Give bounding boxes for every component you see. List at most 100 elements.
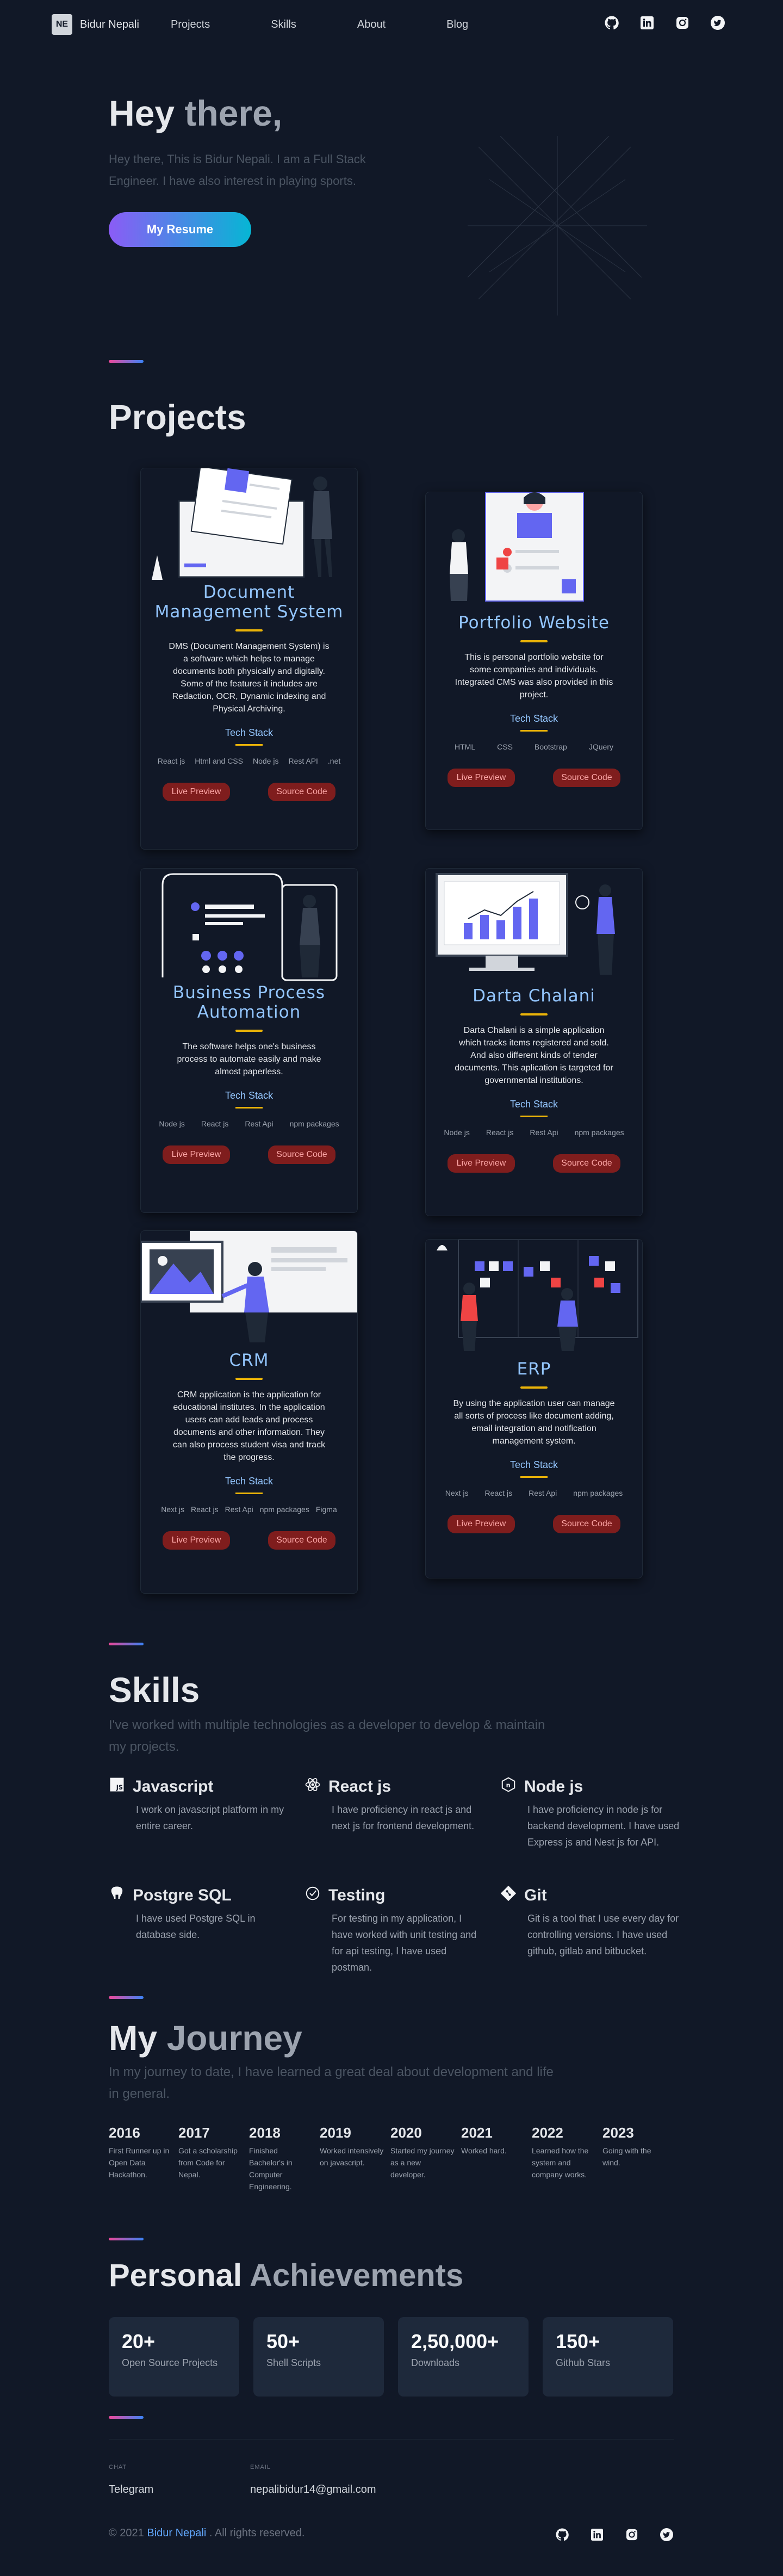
project-illustration bbox=[141, 468, 357, 583]
skill-text: I have used Postgre SQL in database side… bbox=[136, 1913, 256, 1940]
project-description: CRM application is the application for e… bbox=[172, 1390, 326, 1462]
skill-name: React js bbox=[328, 1778, 391, 1795]
project-description: The software helps one's business proces… bbox=[177, 1042, 321, 1076]
journey-item: 2022 Learned how the system and company w… bbox=[532, 2125, 597, 2181]
stack-item: Figma bbox=[315, 1505, 337, 1514]
github-icon[interactable] bbox=[604, 15, 619, 30]
project-title: Document Management System bbox=[154, 583, 344, 622]
stack-item: npm packages bbox=[573, 1489, 623, 1497]
instagram-icon[interactable] bbox=[624, 2527, 639, 2542]
email-label: EMAIL bbox=[250, 2464, 271, 2470]
journey-item: 2016 First Runner up in Open Data Hackath… bbox=[109, 2125, 174, 2181]
stack-item: React js bbox=[191, 1505, 219, 1514]
tech-stack-label: Tech Stack bbox=[509, 1459, 558, 1470]
journey-item: 2019 Worked intensively on javascript. bbox=[320, 2125, 385, 2169]
stack-item: Html and CSS bbox=[195, 757, 243, 765]
source-code-button[interactable]: Source Code bbox=[553, 1515, 620, 1533]
hero-text: Hey there, This is Bidur Nepali. I am a … bbox=[109, 152, 366, 188]
skill-text: I have proficiency in node js for backen… bbox=[527, 1804, 680, 1848]
source-code-button[interactable]: Source Code bbox=[268, 1145, 335, 1164]
project-card: Document Management System DMS (Document… bbox=[140, 468, 358, 850]
git-icon bbox=[500, 1885, 517, 1906]
postgresql-icon bbox=[109, 1885, 125, 1906]
title-underline bbox=[235, 1378, 263, 1380]
achievement-card: 20+ Open Source Projects bbox=[109, 2317, 239, 2397]
project-description: This is personal portfolio website for s… bbox=[455, 653, 613, 699]
instagram-icon[interactable] bbox=[675, 15, 690, 30]
copyright-name[interactable]: Bidur Nepali bbox=[147, 2527, 206, 2539]
card-buttons: Live Preview Source Code bbox=[426, 1515, 642, 1533]
journey-item: 2023 Going with the wind. bbox=[602, 2125, 668, 2169]
live-preview-button[interactable]: Live Preview bbox=[163, 1145, 230, 1164]
nav-link-skills[interactable]: Skills bbox=[271, 18, 296, 31]
stack-item: .net bbox=[327, 757, 341, 765]
linkedin-icon[interactable] bbox=[589, 2527, 605, 2542]
stack-item: Next js bbox=[161, 1505, 185, 1514]
card-buttons: Live Preview Source Code bbox=[141, 1531, 357, 1550]
stack-item: Node js bbox=[252, 757, 279, 765]
live-preview-button[interactable]: Live Preview bbox=[448, 1154, 515, 1173]
nav-link-blog[interactable]: Blog bbox=[446, 18, 468, 31]
live-preview-button[interactable]: Live Preview bbox=[163, 1531, 230, 1550]
stack-item: Rest API bbox=[288, 757, 318, 765]
copyright-suffix: . All rights reserved. bbox=[206, 2527, 305, 2539]
achievement-card: 2,50,000+ Downloads bbox=[398, 2317, 529, 2397]
stack-item: React js bbox=[484, 1489, 513, 1497]
email-link[interactable]: nepalibidur14@gmail.com bbox=[250, 2484, 376, 2496]
live-preview-button[interactable]: Live Preview bbox=[163, 783, 230, 801]
achievements-title: Personal Achievements bbox=[109, 2257, 463, 2294]
tech-stack-list: Next js React js Rest Api npm packages F… bbox=[141, 1505, 357, 1514]
card-buttons: Live Preview Source Code bbox=[426, 769, 642, 787]
project-card: Darta Chalani Darta Chalani is a simple … bbox=[425, 868, 643, 1216]
tech-stack-underline bbox=[235, 744, 263, 746]
twitter-icon[interactable] bbox=[710, 15, 725, 30]
source-code-button[interactable]: Source Code bbox=[268, 783, 335, 801]
github-icon[interactable] bbox=[555, 2527, 570, 2542]
live-preview-button[interactable]: Live Preview bbox=[448, 1515, 515, 1533]
project-illustration bbox=[426, 1240, 642, 1356]
stack-item: HTML bbox=[455, 742, 476, 751]
journey-title-a: My bbox=[109, 2018, 167, 2058]
stack-item: Rest Api bbox=[225, 1505, 253, 1514]
source-code-button[interactable]: Source Code bbox=[268, 1531, 335, 1550]
nav-link-about[interactable]: About bbox=[357, 18, 386, 31]
hero-title-a: Hey bbox=[109, 93, 185, 133]
linkedin-icon[interactable] bbox=[639, 15, 655, 30]
chat-link[interactable]: Telegram bbox=[109, 2484, 153, 2496]
stack-item: Bootstrap bbox=[534, 742, 567, 751]
tech-stack-underline bbox=[520, 1476, 548, 1478]
skill-name: Testing bbox=[328, 1886, 386, 1904]
brand-logo[interactable]: NE Bidur Nepali bbox=[52, 14, 139, 35]
stack-item: Next js bbox=[445, 1489, 469, 1497]
skill-text: I have proficiency in react js and next … bbox=[332, 1804, 475, 1831]
skill-name: Git bbox=[524, 1886, 547, 1904]
twitter-icon[interactable] bbox=[659, 2527, 674, 2542]
skill-item: Testing For testing in my application, I… bbox=[304, 1885, 484, 1976]
card-buttons: Live Preview Source Code bbox=[141, 1145, 357, 1164]
nodejs-icon: n bbox=[500, 1776, 517, 1797]
project-card: CRM CRM application is the application f… bbox=[140, 1230, 358, 1594]
resume-button[interactable]: My Resume bbox=[109, 212, 251, 247]
journey-item: 2018 Finished Bachelor's in Computer Engi… bbox=[249, 2125, 314, 2193]
project-card: Portfolio Website This is personal portf… bbox=[425, 492, 643, 830]
nav-links: Projects Skills About Blog bbox=[171, 18, 529, 31]
skill-item: Postgre SQL I have used Postgre SQL in d… bbox=[109, 1885, 288, 1943]
hero-title: Hey there, bbox=[109, 92, 282, 134]
journey-title: My Journey bbox=[109, 2018, 302, 2058]
source-code-button[interactable]: Source Code bbox=[553, 769, 620, 787]
hero-decoration bbox=[468, 136, 647, 315]
live-preview-button[interactable]: Live Preview bbox=[448, 769, 515, 787]
nav-link-projects[interactable]: Projects bbox=[171, 18, 210, 31]
project-title: Portfolio Website bbox=[458, 613, 610, 633]
skill-item: JS Javascript I work on javascript platfo… bbox=[109, 1776, 288, 1834]
chat-label: CHAT bbox=[109, 2464, 127, 2470]
projects-accent bbox=[109, 360, 144, 363]
source-code-button[interactable]: Source Code bbox=[553, 1154, 620, 1173]
testing-icon bbox=[304, 1885, 321, 1906]
journey-title-b: Journey bbox=[166, 2018, 302, 2058]
svg-text:n: n bbox=[506, 1782, 511, 1789]
skills-title: Skills bbox=[109, 1670, 200, 1710]
tech-stack-label: Tech Stack bbox=[225, 1090, 274, 1101]
achievement-number: 20+ bbox=[122, 2330, 156, 2352]
tech-stack-label: Tech Stack bbox=[509, 713, 558, 724]
